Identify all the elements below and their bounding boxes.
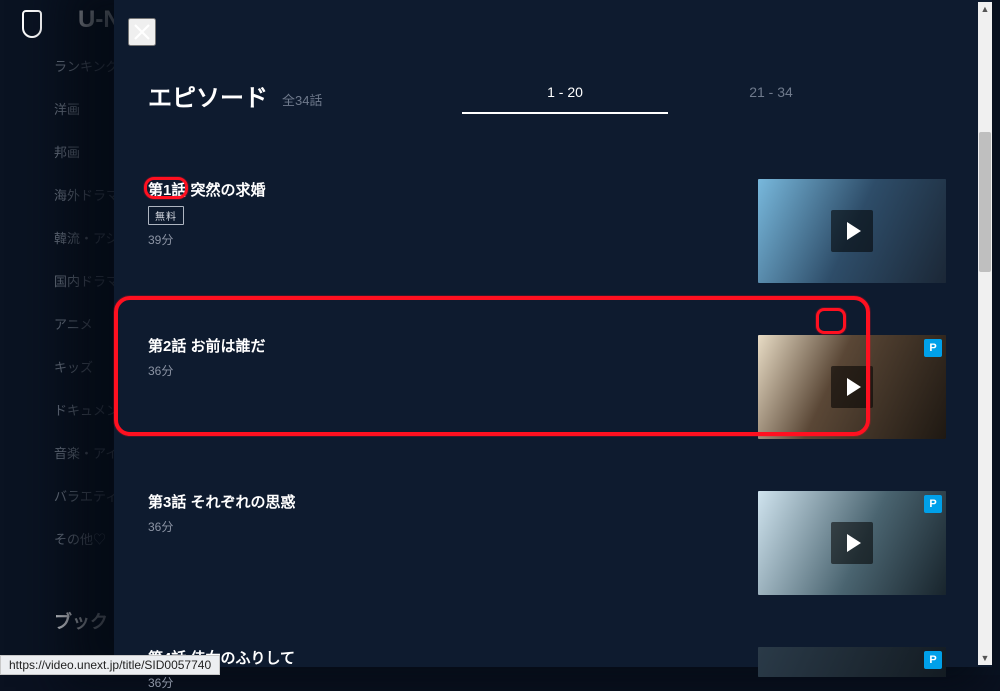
- play-icon: [831, 522, 873, 564]
- point-badge-icon: P: [924, 651, 942, 669]
- episode-thumbnail[interactable]: P: [758, 491, 946, 595]
- point-badge-icon: P: [924, 495, 942, 513]
- episode-title: 第1話 突然の求婚: [148, 179, 266, 200]
- episode-row[interactable]: 第1話 突然の求婚 無料 39分: [148, 169, 958, 325]
- episode-modal: ▲ ▼ エピソード 全34話 1 - 20 21 - 34 第1話 突然の求婚 …: [114, 0, 992, 667]
- episode-duration: 36分: [148, 518, 296, 535]
- tab-range-1[interactable]: 1 - 20: [462, 78, 668, 114]
- scrollbar-thumb[interactable]: [979, 132, 991, 272]
- episode-duration: 36分: [148, 674, 295, 691]
- episode-thumbnail[interactable]: P: [758, 335, 946, 439]
- tab-range-2[interactable]: 21 - 34: [668, 78, 874, 114]
- status-bar-url: https://video.unext.jp/title/SID0057740: [0, 655, 220, 675]
- episode-row[interactable]: 第4話 侍女のふりして 36分 P: [148, 637, 958, 691]
- scrollbar-track[interactable]: ▲ ▼: [978, 2, 992, 665]
- episode-list: 第1話 突然の求婚 無料 39分 第2話 お前は誰だ 36分 P: [148, 169, 958, 691]
- play-icon: [831, 366, 873, 408]
- episode-duration: 39分: [148, 231, 266, 248]
- point-badge-icon: P: [924, 339, 942, 357]
- scroll-down-icon[interactable]: ▼: [978, 651, 992, 665]
- episode-title: 第3話 それぞれの思惑: [148, 491, 296, 512]
- episode-title: 第2話 お前は誰だ: [148, 335, 266, 356]
- scroll-up-icon[interactable]: ▲: [978, 2, 992, 16]
- play-icon: [831, 210, 873, 252]
- episode-thumbnail[interactable]: [758, 179, 946, 283]
- episode-row[interactable]: 第3話 それぞれの思惑 36分 P: [148, 481, 958, 637]
- episode-total: 全34話: [282, 90, 322, 113]
- episode-range-tabs: 1 - 20 21 - 34: [462, 78, 874, 114]
- book-heading: ブック: [54, 608, 108, 634]
- free-badge: 無料: [148, 206, 184, 225]
- episode-row[interactable]: 第2話 お前は誰だ 36分 P: [148, 325, 958, 481]
- modal-heading: エピソード: [148, 78, 268, 113]
- brand-logo-icon: [22, 10, 42, 38]
- episode-thumbnail[interactable]: P: [758, 647, 946, 677]
- episode-duration: 36分: [148, 362, 266, 379]
- thumbnail-image: [758, 647, 946, 677]
